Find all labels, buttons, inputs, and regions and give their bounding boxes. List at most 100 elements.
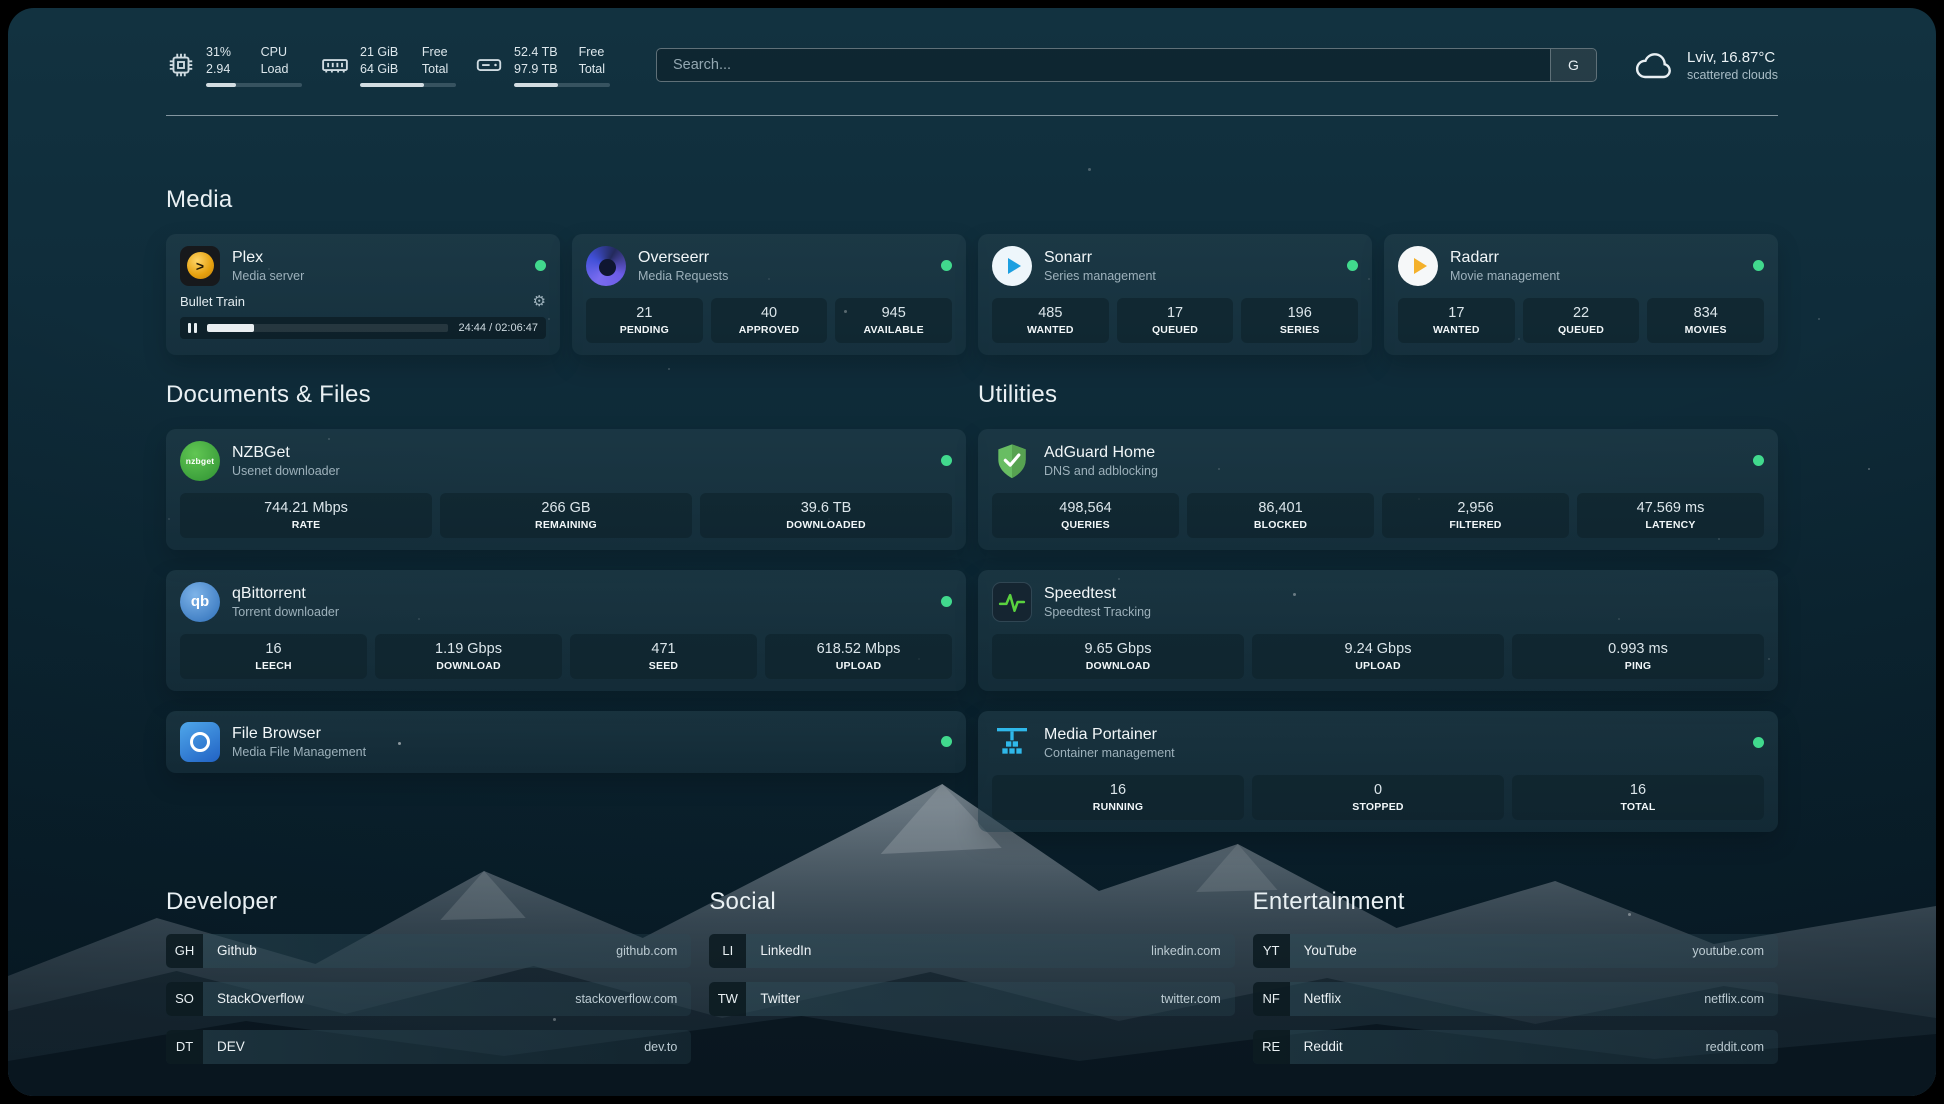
stat-label: UPLOAD bbox=[1256, 660, 1500, 672]
service-card-sonarr[interactable]: Sonarr Series management 485 WANTED 17 Q… bbox=[978, 234, 1372, 355]
service-card-adguard[interactable]: AdGuard Home DNS and adblocking 498,564 … bbox=[978, 429, 1778, 550]
bookmark-name: DEV bbox=[203, 1030, 259, 1064]
playback-time: 24:44 / 02:06:47 bbox=[458, 322, 538, 334]
status-dot bbox=[1347, 260, 1358, 271]
stat-value: 485 bbox=[996, 305, 1105, 321]
stat-seed: 471 SEED bbox=[570, 634, 757, 679]
card-titles: NZBGet Usenet downloader bbox=[232, 444, 340, 478]
stat-value: 196 bbox=[1245, 305, 1354, 321]
service-card-portainer[interactable]: Media Portainer Container management 16 … bbox=[978, 711, 1778, 832]
card-header: > Plex Media server bbox=[180, 246, 546, 286]
stat-value: 47.569 ms bbox=[1581, 500, 1760, 516]
bookmark-url: dev.to bbox=[630, 1030, 691, 1064]
bookmark-netflix[interactable]: NF Netflix netflix.com bbox=[1253, 982, 1778, 1016]
bookmark-linkedin[interactable]: LI LinkedIn linkedin.com bbox=[709, 934, 1234, 968]
now-playing-row: Bullet Train ⚙ bbox=[180, 294, 546, 309]
bookmark-abbr: TW bbox=[709, 982, 746, 1016]
stat-value: 9.24 Gbps bbox=[1256, 641, 1500, 657]
bookmark-name: Twitter bbox=[746, 982, 814, 1016]
service-description: Media File Management bbox=[232, 745, 366, 759]
documents-column: Documents & Files nzbget NZBGet Usenet d… bbox=[166, 381, 966, 773]
middle-columns: Documents & Files nzbget NZBGet Usenet d… bbox=[166, 381, 1778, 832]
search-engine-button[interactable]: G bbox=[1550, 49, 1596, 81]
service-description: Series management bbox=[1044, 269, 1156, 283]
entertainment-column: Entertainment YT YouTube youtube.com NF … bbox=[1253, 888, 1778, 1064]
stat-value: 744.21 Mbps bbox=[184, 500, 428, 516]
card-titles: Overseerr Media Requests bbox=[638, 249, 728, 283]
stat-value: 498,564 bbox=[996, 500, 1175, 516]
stats-row: 16 LEECH 1.19 Gbps DOWNLOAD 471 SEED 6 bbox=[180, 634, 952, 679]
bookmark-stackoverflow[interactable]: SO StackOverflow stackoverflow.com bbox=[166, 982, 691, 1016]
media-card-row: > Plex Media server Bullet Train ⚙ 24:44… bbox=[166, 234, 1778, 355]
bookmark-dev[interactable]: DT DEV dev.to bbox=[166, 1030, 691, 1064]
stat-available: 945 AVAILABLE bbox=[835, 298, 952, 343]
status-dot bbox=[535, 260, 546, 271]
bookmark-url: linkedin.com bbox=[1137, 934, 1234, 968]
memory-total-value: 64 GiB bbox=[360, 61, 406, 77]
stat-value: 16 bbox=[996, 782, 1240, 798]
header-divider bbox=[166, 115, 1778, 116]
service-card-nzbget[interactable]: nzbget NZBGet Usenet downloader 744.21 M… bbox=[166, 429, 966, 550]
playback-progress-strip: 24:44 / 02:06:47 bbox=[180, 317, 546, 339]
stat-stopped: 0 STOPPED bbox=[1252, 775, 1504, 820]
stat-value: 22 bbox=[1527, 305, 1636, 321]
service-name: Media Portainer bbox=[1044, 726, 1175, 744]
bookmark-youtube[interactable]: YT YouTube youtube.com bbox=[1253, 934, 1778, 968]
bookmark-url: github.com bbox=[602, 934, 691, 968]
stat-queries: 498,564 QUERIES bbox=[992, 493, 1179, 538]
service-card-qbittorrent[interactable]: qb qBittorrent Torrent downloader 16 LEE… bbox=[166, 570, 966, 691]
stat-value: 17 bbox=[1121, 305, 1230, 321]
service-description: Media server bbox=[232, 269, 304, 283]
memory-monitor: 21 GiB Free 64 GiB Total bbox=[320, 44, 456, 87]
disk-free-label: Free bbox=[579, 44, 610, 60]
stat-upload: 618.52 Mbps UPLOAD bbox=[765, 634, 952, 679]
bookmark-reddit[interactable]: RE Reddit reddit.com bbox=[1253, 1030, 1778, 1064]
stat-label: QUEUED bbox=[1527, 324, 1636, 336]
stat-value: 16 bbox=[1516, 782, 1760, 798]
cpu-load-label: Load bbox=[261, 61, 302, 77]
stat-value: 17 bbox=[1402, 305, 1511, 321]
service-card-overseerr[interactable]: Overseerr Media Requests 21 PENDING 40 A… bbox=[572, 234, 966, 355]
service-card-speedtest[interactable]: Speedtest Speedtest Tracking 9.65 Gbps D… bbox=[978, 570, 1778, 691]
service-card-filebrowser[interactable]: File Browser Media File Management bbox=[166, 711, 966, 773]
stat-value: 1.19 Gbps bbox=[379, 641, 558, 657]
bookmark-github[interactable]: GH Github github.com bbox=[166, 934, 691, 968]
stat-value: 16 bbox=[184, 641, 363, 657]
stat-movies: 834 MOVIES bbox=[1647, 298, 1764, 343]
stat-label: DOWNLOAD bbox=[996, 660, 1240, 672]
service-description: Container management bbox=[1044, 746, 1175, 760]
pause-icon bbox=[188, 323, 197, 333]
card-titles: Sonarr Series management bbox=[1044, 249, 1156, 283]
stat-label: BLOCKED bbox=[1191, 519, 1370, 531]
search-input[interactable] bbox=[657, 49, 1550, 81]
service-name: qBittorrent bbox=[232, 585, 339, 603]
card-header: AdGuard Home DNS and adblocking bbox=[992, 441, 1764, 481]
portainer-icon bbox=[992, 723, 1032, 763]
section-title-documents: Documents & Files bbox=[166, 381, 966, 409]
service-name: Sonarr bbox=[1044, 249, 1156, 267]
cpu-load-value: 2.94 bbox=[206, 61, 245, 77]
service-card-plex[interactable]: > Plex Media server Bullet Train ⚙ 24:44… bbox=[166, 234, 560, 355]
service-description: Usenet downloader bbox=[232, 464, 340, 478]
bookmark-twitter[interactable]: TW Twitter twitter.com bbox=[709, 982, 1234, 1016]
weather-condition: scattered clouds bbox=[1687, 68, 1778, 82]
bookmark-url: stackoverflow.com bbox=[561, 982, 691, 1016]
gear-icon[interactable]: ⚙ bbox=[533, 294, 546, 309]
card-header: Sonarr Series management bbox=[992, 246, 1358, 286]
stat-label: PING bbox=[1516, 660, 1760, 672]
cpu-monitor: 31% CPU 2.94 Load bbox=[166, 44, 302, 87]
weather-location: Lviv, 16.87°C bbox=[1687, 49, 1778, 66]
cpu-readout: 31% CPU 2.94 Load bbox=[206, 44, 302, 87]
service-name: Plex bbox=[232, 249, 304, 267]
memory-free-label: Free bbox=[422, 44, 456, 60]
stat-value: 0 bbox=[1256, 782, 1500, 798]
overseerr-icon bbox=[586, 246, 626, 286]
service-card-radarr[interactable]: Radarr Movie management 17 WANTED 22 QUE… bbox=[1384, 234, 1778, 355]
stat-label: TOTAL bbox=[1516, 801, 1760, 813]
stat-label: SERIES bbox=[1245, 324, 1354, 336]
status-dot bbox=[941, 596, 952, 607]
bookmark-url: netflix.com bbox=[1690, 982, 1778, 1016]
stat-label: AVAILABLE bbox=[839, 324, 948, 336]
service-name: Radarr bbox=[1450, 249, 1560, 267]
speedtest-icon bbox=[992, 582, 1032, 622]
